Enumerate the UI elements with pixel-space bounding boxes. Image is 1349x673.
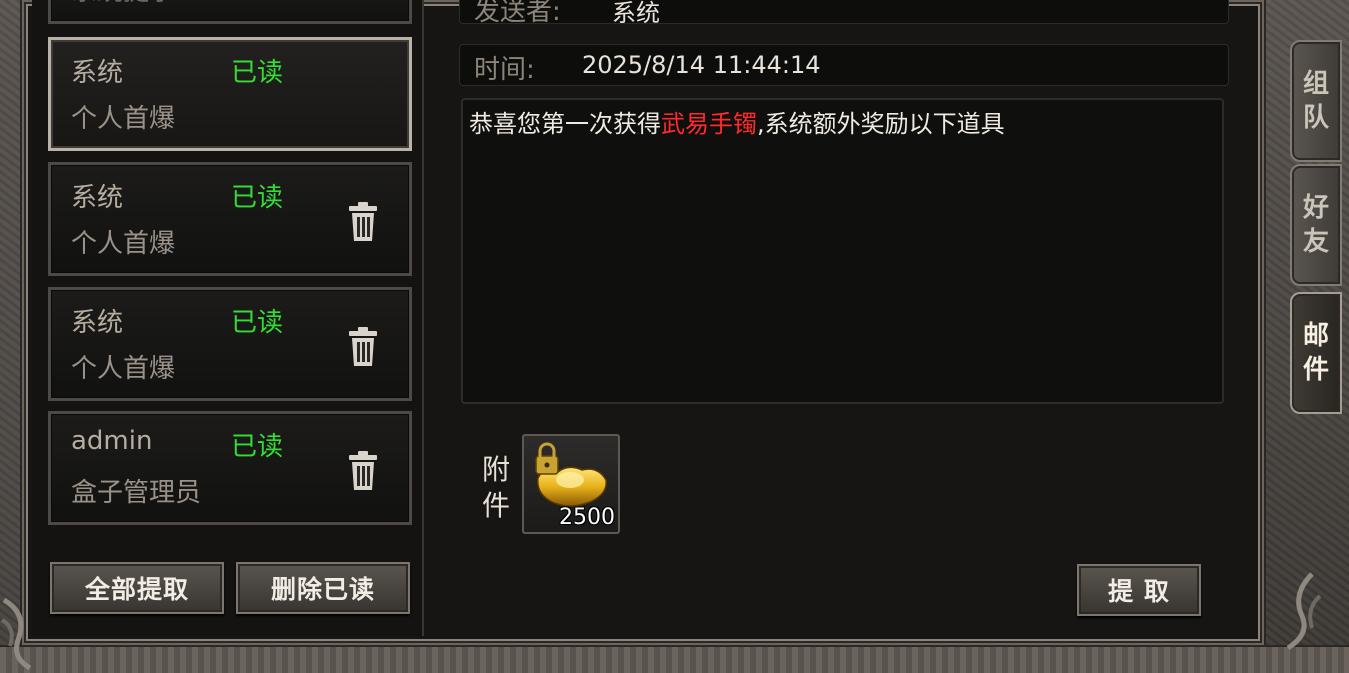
claim-all-button[interactable]: 全部提取 [50,562,224,614]
mail-list-item-partial[interactable]: 系统提示 [48,0,412,24]
ornament-icon [0,597,32,670]
sender-bar: 发送者: 系统 [459,0,1229,27]
mail-read-status: 已读 [231,58,284,88]
ornament-icon [1286,572,1322,650]
attachment-label-line2: 件 [481,489,510,522]
mail-body-text: 恭喜您第一次获得武易手镯,系统额外奖励以下道具 [469,104,1005,139]
mail-list-item[interactable]: 系统 已读 个人首爆 [48,37,412,151]
tab-friends-line1: 好 [1302,193,1329,223]
tab-team-line2: 队 [1302,103,1329,133]
attachment-count: 2500 [559,505,615,530]
body-prefix: 恭喜您第一次获得 [469,110,661,138]
mail-list-item[interactable]: 系统 已读 个人首爆 [48,287,412,401]
mail-read-status: 已读 [231,308,284,338]
tab-friends-line2: 友 [1302,227,1329,257]
tab-team-line1: 组 [1302,69,1329,99]
trash-icon[interactable] [345,201,381,243]
tab-mail-line1: 邮 [1302,321,1329,351]
sender-value: 系统 [612,0,660,27]
time-label: 时间: [474,55,535,85]
mail-subject: 个人首爆 [71,229,176,259]
mail-sender: admin [71,426,153,456]
mail-sender: 系统 [71,58,124,88]
bottom-trim [0,645,1349,673]
attachment-slot[interactable]: 2500 [522,434,620,534]
tab-mail[interactable]: 邮 件 [1290,292,1342,414]
mail-sender: 系统 [71,183,124,213]
claim-button[interactable]: 提 取 [1077,564,1201,616]
delete-read-button[interactable]: 删除已读 [236,562,410,614]
tab-mail-line2: 件 [1302,355,1329,385]
mail-sender: 系统 [71,308,124,338]
mail-subject: 盒子管理员 [71,478,202,508]
mail-subject: 个人首爆 [71,104,176,134]
mail-subject: 个人首爆 [71,354,176,384]
mail-subject: 系统提示 [71,0,175,8]
attachment-label: 附 件 [478,452,514,524]
mail-list-item[interactable]: admin 已读 盒子管理员 [48,411,412,525]
trash-icon[interactable] [345,450,381,492]
mail-read-status: 已读 [231,183,284,213]
time-bar: 时间: 2025/8/14 11:44:14 [459,44,1229,86]
tab-team[interactable]: 组 队 [1290,40,1342,162]
mail-list-item[interactable]: 系统 已读 个人首爆 [48,162,412,276]
tab-friends[interactable]: 好 友 [1290,164,1342,286]
trash-icon[interactable] [345,326,381,368]
sender-label: 发送者: [474,0,561,27]
attachment-label-line1: 附 [481,453,510,486]
body-suffix: ,系统额外奖励以下道具 [757,110,1005,138]
mail-body: 恭喜您第一次获得武易手镯,系统额外奖励以下道具 [461,98,1224,404]
mail-read-status: 已读 [231,432,284,462]
time-value: 2025/8/14 11:44:14 [582,51,821,79]
body-item-name: 武易手镯 [661,110,757,138]
